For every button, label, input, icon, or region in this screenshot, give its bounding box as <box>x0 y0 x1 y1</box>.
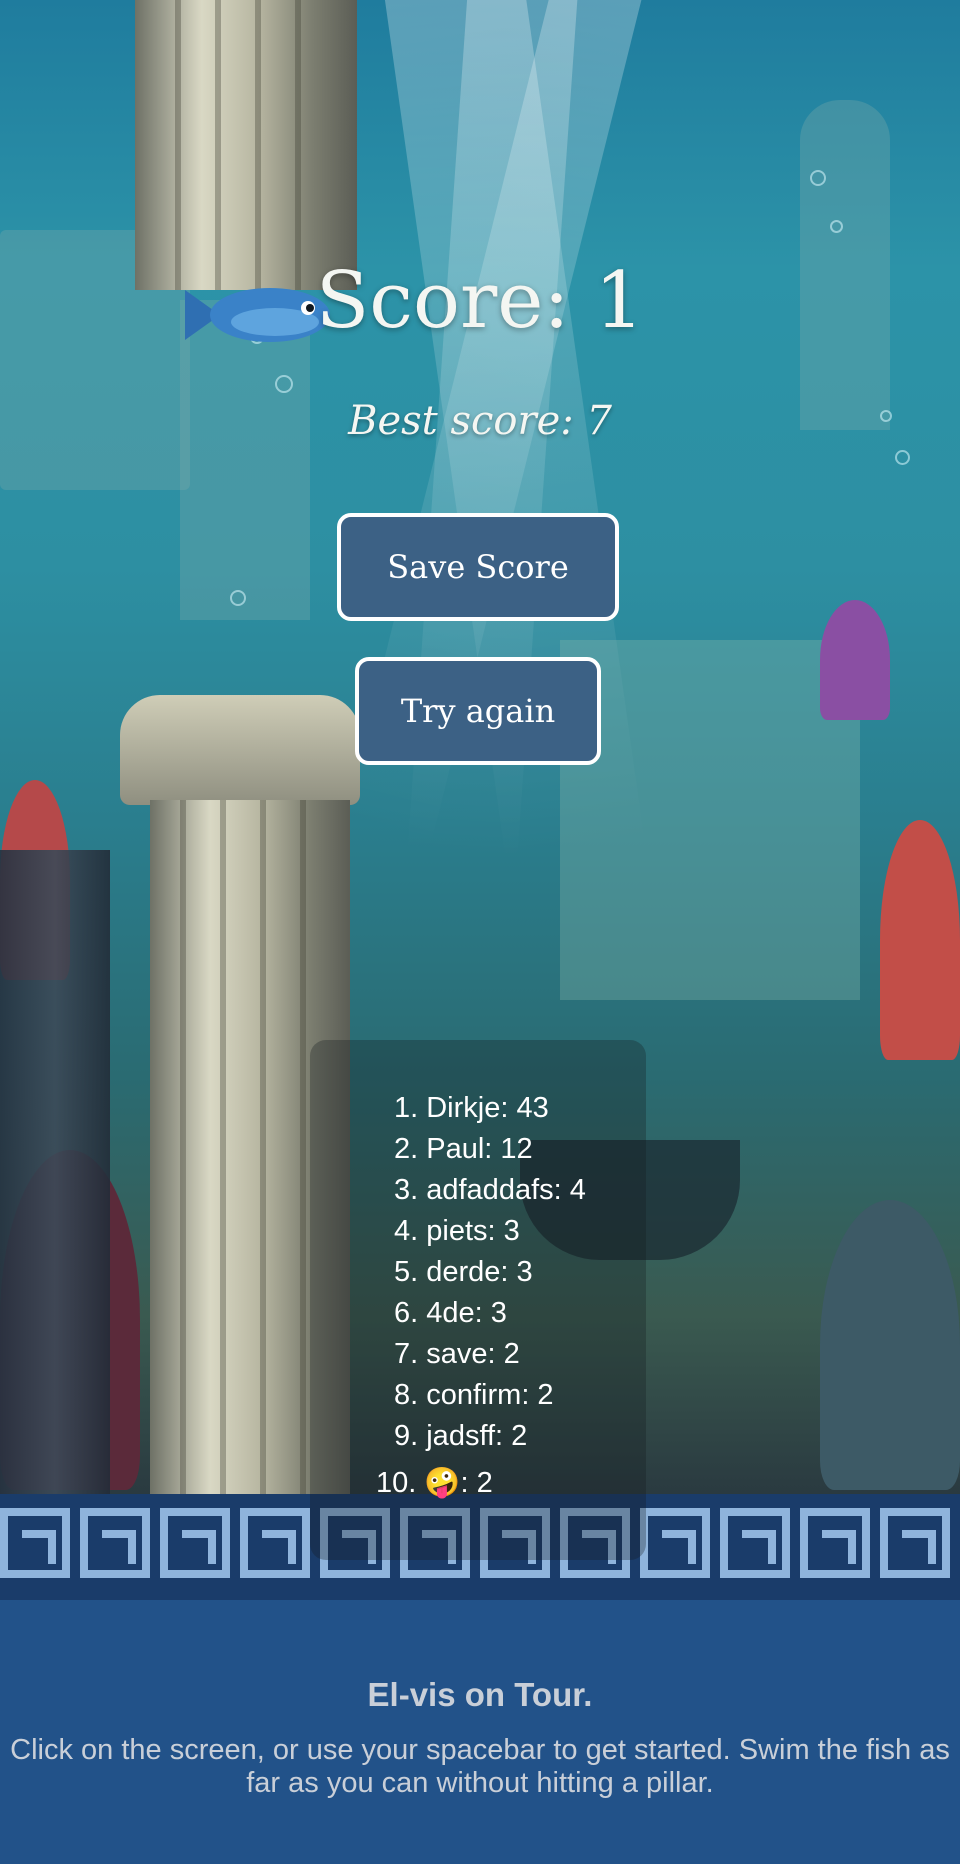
bubble <box>230 590 246 606</box>
background-pillar <box>0 850 110 1494</box>
bubble <box>810 170 826 186</box>
leaderboard-entry: 1. Dirkje: 43 <box>394 1092 549 1124</box>
leaderboard-entry: 9. jadsff: 2 <box>394 1420 528 1452</box>
leaderboard-panel: 1. Dirkje: 43 2. Paul: 12 3. adfaddafs: … <box>310 1040 646 1560</box>
bottom-pillar-capital <box>120 695 360 805</box>
coral <box>880 820 960 1060</box>
bubble <box>895 450 910 465</box>
leaderboard-entry: 10. 🤪: 2 <box>376 1467 493 1499</box>
leaderboard-entry: 5. derde: 3 <box>394 1256 533 1288</box>
top-pillar <box>135 0 357 290</box>
bubble <box>275 375 293 393</box>
game-instructions: Click on the screen, or use your spaceba… <box>10 1734 950 1799</box>
coral <box>820 1200 960 1490</box>
leaderboard-entry: 4. piets: 3 <box>394 1215 520 1247</box>
game-title: El-vis on Tour. <box>367 1676 593 1713</box>
stairs-right <box>560 640 860 1000</box>
save-score-button[interactable]: Save Score <box>337 513 619 621</box>
leaderboard-entry: 2. Paul: 12 <box>394 1133 533 1165</box>
leaderboard-entry: 3. adfaddafs: 4 <box>394 1174 586 1206</box>
leaderboard-entry: 6. 4de: 3 <box>394 1297 507 1329</box>
bubble <box>830 220 843 233</box>
leaderboard-entry: 7. save: 2 <box>394 1338 520 1370</box>
coral <box>820 600 890 720</box>
leaderboard-entry: 8. confirm: 2 <box>394 1379 554 1411</box>
best-score-display: Best score: 7 <box>348 398 612 444</box>
score-display: Score: 1 <box>315 256 645 346</box>
try-again-button[interactable]: Try again <box>355 657 601 765</box>
page-footer: El-vis on Tour. Click on the screen, or … <box>0 1600 960 1864</box>
